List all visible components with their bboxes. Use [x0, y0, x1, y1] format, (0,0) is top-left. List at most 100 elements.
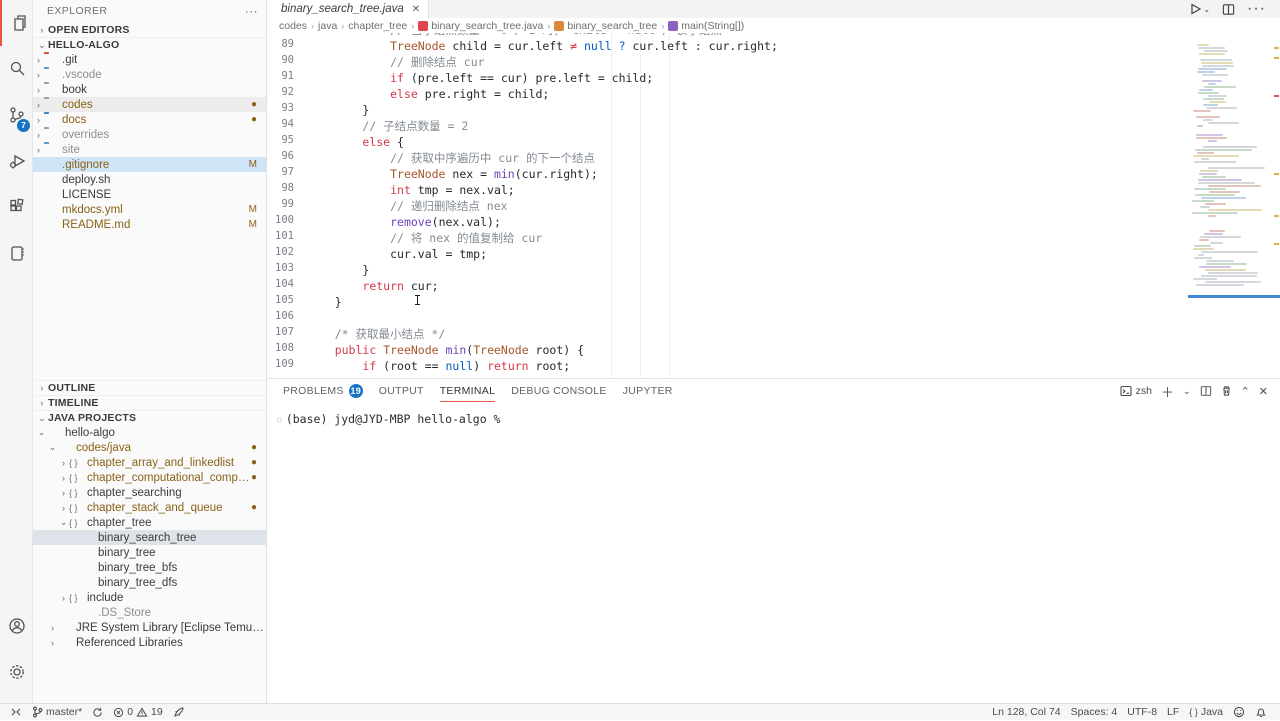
run-button[interactable]: ⌄ — [1188, 2, 1210, 16]
breadcrumb-item[interactable]: main(String[]) — [668, 20, 744, 32]
split-editor-icon[interactable] — [1222, 3, 1235, 16]
settings-button[interactable] — [0, 649, 33, 695]
editor-more-icon[interactable]: ··· — [1247, 0, 1266, 18]
code-line-91[interactable]: 91 if (pre.left == cur) pre.left = child… — [267, 70, 1280, 86]
panel-tab-output[interactable]: OUTPUT — [379, 379, 424, 403]
java-project-item-chapter-searching[interactable]: ›{ }chapter_searching — [33, 485, 266, 500]
breadcrumb-item[interactable]: binary_search_tree.java — [418, 20, 543, 32]
explorer-item-readme-md[interactable]: README.mdM — [33, 217, 266, 232]
breadcrumb-item[interactable]: binary_search_tree — [554, 20, 657, 32]
explorer-item-deploy-sh[interactable]: deploy.sh — [33, 172, 266, 187]
code-line-103[interactable]: 103 } — [267, 262, 1280, 278]
code-line-101[interactable]: 101 // 将 nex 的值复制给 cur — [267, 230, 1280, 246]
indentation[interactable]: Spaces: 4 — [1066, 704, 1123, 721]
java-project-item-include[interactable]: ›{ }include — [33, 590, 266, 605]
git-branch-status[interactable]: master* — [27, 704, 87, 721]
panel-tab-debug-console[interactable]: DEBUG CONSOLE — [511, 379, 607, 403]
activity-notebook[interactable] — [0, 230, 33, 276]
new-terminal-button[interactable]: ＋ — [1161, 382, 1174, 401]
terminal-dropdown-icon[interactable]: ⌄ — [1183, 386, 1191, 397]
eol-sequence[interactable]: LF — [1162, 704, 1184, 721]
code-line-108[interactable]: 108 public TreeNode min(TreeNode root) { — [267, 342, 1280, 358]
activity-search[interactable] — [0, 46, 33, 92]
java-project-item-referenced-libraries[interactable]: ›Referenced Libraries — [33, 635, 266, 650]
activity-source-control[interactable]: 7 — [0, 92, 33, 138]
breadcrumb-item[interactable]: codes — [279, 20, 307, 32]
code-line-100[interactable]: 100 remove(nex.val); — [267, 214, 1280, 230]
activity-extensions[interactable] — [0, 184, 33, 230]
code-line-105[interactable]: 105 } — [267, 294, 1280, 310]
explorer-item-overrides[interactable]: ›overrides — [33, 127, 266, 142]
sync-status[interactable] — [87, 704, 108, 721]
shell-integration-dot: ○ — [277, 415, 282, 424]
explorer-item-codes[interactable]: ›codes● — [33, 97, 266, 112]
kill-terminal-icon[interactable] — [1221, 385, 1232, 397]
code-line-92[interactable]: 92 else pre.right = child; — [267, 86, 1280, 102]
activity-explorer[interactable] — [0, 0, 33, 46]
java-project-item-jre-system-library-eclipse-temurin-17-17-[interactable]: ›JRE System Library [Eclipse Temurin 17 … — [33, 620, 266, 635]
code-line-98[interactable]: 98 int tmp = nex.val; — [267, 182, 1280, 198]
remote-indicator[interactable] — [0, 704, 27, 721]
code-line-106[interactable]: 106 — [267, 310, 1280, 326]
explorer-item--vscode[interactable]: ›.vscode — [33, 67, 266, 82]
maximize-panel-icon[interactable]: ⌃ — [1241, 385, 1250, 398]
code-editor[interactable]: 88 // 当子结点数量 = 0 / 1 时， child = null / 该… — [267, 33, 1280, 378]
section-timeline[interactable]: › TIMELINE — [33, 395, 266, 410]
java-project-item-binary-search-tree[interactable]: binary_search_tree — [33, 530, 266, 545]
panel-tab-jupyter[interactable]: JUPYTER — [623, 379, 673, 403]
minimap[interactable] — [1190, 35, 1272, 375]
section-java-projects[interactable]: ⌄ JAVA PROJECTS — [33, 410, 266, 425]
explorer-item-book[interactable]: ›book — [33, 82, 266, 97]
explorer-item-site[interactable]: ›site — [33, 142, 266, 157]
code-line-99[interactable]: 99 // 递归删除结点 nex — [267, 198, 1280, 214]
breadcrumb-item[interactable]: chapter_tree — [348, 20, 407, 32]
code-line-109[interactable]: 109 if (root == null) return root; — [267, 358, 1280, 374]
java-project-item-chapter-array-and-linkedlist[interactable]: ›{ }chapter_array_and_linkedlist● — [33, 455, 266, 470]
code-line-97[interactable]: 97 TreeNode nex = min(cur.right); — [267, 166, 1280, 182]
language-mode[interactable]: { } Java — [1184, 704, 1228, 721]
java-project-item-chapter-computational-complexity[interactable]: ›{ }chapter_computational_complexity● — [33, 470, 266, 485]
section-root-folder[interactable]: ⌄ HELLO-ALGO — [33, 37, 266, 52]
activity-run-debug[interactable] — [0, 138, 33, 184]
section-open-editors[interactable]: › OPEN EDITORS — [33, 22, 266, 37]
java-project-item--ds-store[interactable]: .DS_Store — [33, 605, 266, 620]
shell-selector[interactable]: zsh — [1120, 385, 1152, 397]
java-project-item-binary-tree[interactable]: binary_tree — [33, 545, 266, 560]
breadcrumb-item[interactable]: java — [318, 20, 337, 32]
launch-status[interactable] — [168, 704, 190, 721]
code-line-94[interactable]: 94 // 子结点数量 = 2 — [267, 118, 1280, 134]
explorer-item-mkdocs-yml[interactable]: mkdocs.ymlM — [33, 202, 266, 217]
java-project-item-binary-tree-dfs[interactable]: binary_tree_dfs — [33, 575, 266, 590]
explorer-item-docs[interactable]: ›docs● — [33, 112, 266, 127]
feedback-button[interactable] — [1228, 704, 1250, 721]
code-line-95[interactable]: 95 else { — [267, 134, 1280, 150]
account-button[interactable] — [0, 603, 33, 649]
explorer-more-icon[interactable]: ··· — [245, 4, 258, 18]
tab-binary-search-tree[interactable]: binary_search_tree.java ✕ — [267, 0, 429, 18]
split-terminal-icon[interactable] — [1200, 385, 1212, 397]
close-icon[interactable]: ✕ — [412, 4, 420, 15]
panel-tab-terminal[interactable]: TERMINAL — [440, 379, 496, 403]
java-project-item-hello-algo[interactable]: ⌄hello-algo — [33, 425, 266, 440]
explorer-item--git[interactable]: ›.git — [33, 52, 266, 67]
java-project-item-codes-java[interactable]: ⌄codes/java● — [33, 440, 266, 455]
code-line-107[interactable]: 107 /* 获取最小结点 */ — [267, 326, 1280, 342]
cursor-position[interactable]: Ln 128, Col 74 — [987, 704, 1065, 721]
java-project-item-chapter-stack-and-queue[interactable]: ›{ }chapter_stack_and_queue● — [33, 500, 266, 515]
code-line-96[interactable]: 96 // 获取中序遍历中 cur 的下一个结点 — [267, 150, 1280, 166]
code-line-89[interactable]: 89 TreeNode child = cur.left ≠ null ? cu… — [267, 38, 1280, 54]
encoding[interactable]: UTF-8 — [1122, 704, 1162, 721]
code-line-104[interactable]: 104 return cur; — [267, 278, 1280, 294]
code-line-90[interactable]: 90 // 删除结点 cur — [267, 54, 1280, 70]
java-project-item-binary-tree-bfs[interactable]: binary_tree_bfs — [33, 560, 266, 575]
code-line-93[interactable]: 93 } — [267, 102, 1280, 118]
notifications-button[interactable] — [1250, 704, 1272, 721]
java-project-item-chapter-tree[interactable]: ⌄{ }chapter_tree — [33, 515, 266, 530]
problems-status[interactable]: 0 19 — [108, 704, 168, 721]
panel-tab-problems[interactable]: PROBLEMS19 — [283, 379, 363, 403]
close-panel-icon[interactable]: ✕ — [1259, 385, 1268, 398]
section-outline[interactable]: › OUTLINE — [33, 380, 266, 395]
code-line-102[interactable]: 102 cur.val = tmp; — [267, 246, 1280, 262]
explorer-item--gitignore[interactable]: .gitignoreM — [33, 157, 266, 172]
explorer-item-license[interactable]: LICENSE — [33, 187, 266, 202]
